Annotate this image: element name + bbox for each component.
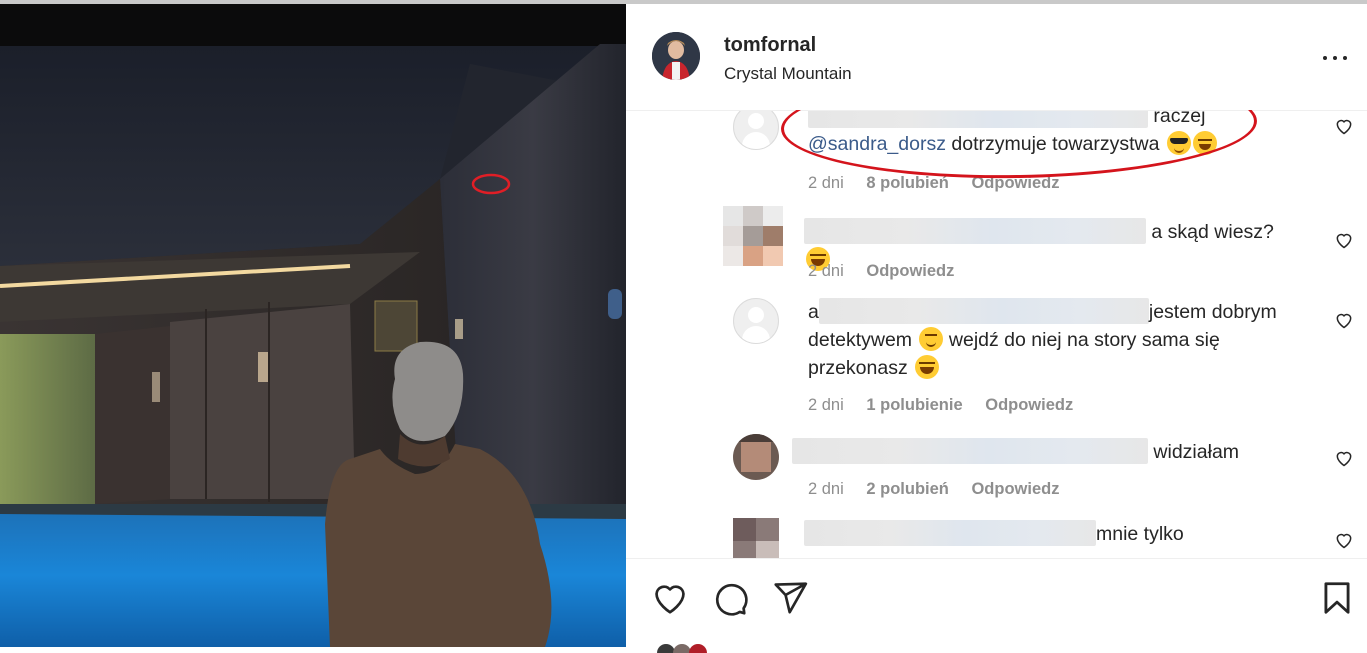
pixelated-avatar (733, 518, 779, 558)
share-icon[interactable] (771, 579, 809, 617)
comment-meta: 2 dni Odpowiedz (808, 262, 954, 281)
pool-photo-illustration (0, 4, 626, 647)
blurred-username (804, 218, 1146, 244)
comment-time: 2 dni (808, 480, 844, 498)
comment-text: mnie tylko (804, 520, 1304, 548)
heart-icon[interactable] (1334, 116, 1354, 136)
user-mention-link[interactable]: @sandra_dorsz (808, 133, 946, 155)
comment-time: 2 dni (808, 262, 844, 280)
commenter-avatar[interactable] (733, 518, 779, 558)
comment-text-part: detektywem (808, 329, 913, 351)
heart-icon[interactable] (1334, 230, 1354, 250)
comment-text-part: raczej (1153, 110, 1206, 127)
comment-likes-link[interactable]: 8 polubień (866, 174, 949, 192)
heart-icon[interactable] (1334, 448, 1354, 468)
smirking-face-icon (919, 327, 944, 351)
post-panel: tomfornal Crystal Mountain raczej @sandr… (626, 4, 1367, 653)
comment-time: 2 dni (808, 174, 844, 192)
comment-text-part: przekonasz (808, 357, 908, 379)
smiling-face-with-sunglasses-icon (1166, 131, 1191, 155)
comment-item: widziałam 2 dni 2 polubień Odpowiedz (626, 424, 1367, 512)
blurred-username (804, 520, 1096, 546)
comment-text: a jestem dobrym detektywem wejdź do niej … (808, 298, 1308, 382)
author-username[interactable]: tomfornal (724, 34, 816, 57)
comment-text-part: jestem dobrym (1148, 301, 1277, 323)
commenter-avatar[interactable] (733, 434, 779, 480)
comment-likes-link[interactable]: 1 polubienie (866, 396, 962, 414)
comment-text: widziałam (792, 438, 1292, 466)
post-actions-bar (626, 558, 1367, 653)
grinning-face-with-sweat-icon (1192, 131, 1217, 155)
author-avatar[interactable] (652, 32, 700, 80)
reply-button[interactable]: Odpowiedz (971, 480, 1059, 498)
comment-meta: 2 dni 8 polubień Odpowiedz (808, 174, 1059, 193)
heart-icon[interactable] (1334, 530, 1354, 550)
comment-text-part: wejdź do niej na story sama się (948, 329, 1220, 351)
comment-text-part: mnie tylko (1096, 523, 1184, 545)
comment-text-part: a (808, 301, 819, 323)
comment-text-part: dotrzymuje towarzystwa (951, 133, 1160, 155)
blurred-username (818, 298, 1149, 324)
heart-icon[interactable] (651, 579, 689, 617)
comment-meta: 2 dni 1 polubienie Odpowiedz (808, 396, 1073, 415)
reply-button[interactable]: Odpowiedz (985, 396, 1073, 414)
pixelated-avatar (723, 206, 783, 266)
comment-item: a skąd wiesz? 2 dni Odpowiedz (626, 198, 1367, 286)
comment-item: mnie tylko (626, 512, 1367, 558)
post-photo[interactable] (0, 4, 626, 647)
post-location[interactable]: Crystal Mountain (724, 64, 852, 84)
comment-item: raczej @sandra_dorsz dotrzymuje towarzys… (626, 110, 1367, 198)
reply-button[interactable]: Odpowiedz (866, 262, 954, 280)
face-with-tears-of-joy-icon (915, 355, 940, 379)
comments-list[interactable]: raczej @sandra_dorsz dotrzymuje towarzys… (626, 110, 1367, 558)
reply-button[interactable]: Odpowiedz (971, 174, 1059, 192)
comment-likes-link[interactable]: 2 polubień (866, 480, 949, 498)
commenter-avatar[interactable] (733, 110, 779, 150)
comment-time: 2 dni (808, 396, 844, 414)
comment-item: a jestem dobrym detektywem wejdź do niej … (626, 286, 1367, 424)
post-header: tomfornal Crystal Mountain (626, 4, 1367, 111)
blurred-username (808, 110, 1148, 128)
heart-icon[interactable] (1334, 310, 1354, 330)
bookmark-icon[interactable] (1318, 579, 1356, 617)
comment-meta: 2 dni 2 polubień Odpowiedz (808, 480, 1059, 499)
more-options-icon[interactable] (1320, 48, 1350, 68)
liker-avatars (657, 644, 707, 653)
comment-icon[interactable] (711, 579, 749, 617)
comment-text: raczej @sandra_dorsz dotrzymuje towarzys… (808, 110, 1308, 158)
blurred-username (792, 438, 1148, 464)
avatar-photo (652, 32, 700, 80)
pixelated-avatar (733, 434, 779, 480)
commenter-avatar[interactable] (723, 206, 783, 266)
commenter-avatar[interactable] (733, 298, 779, 344)
comment-text-part: a skąd wiesz? (1151, 221, 1274, 243)
comment-text-part: widziałam (1153, 441, 1240, 463)
